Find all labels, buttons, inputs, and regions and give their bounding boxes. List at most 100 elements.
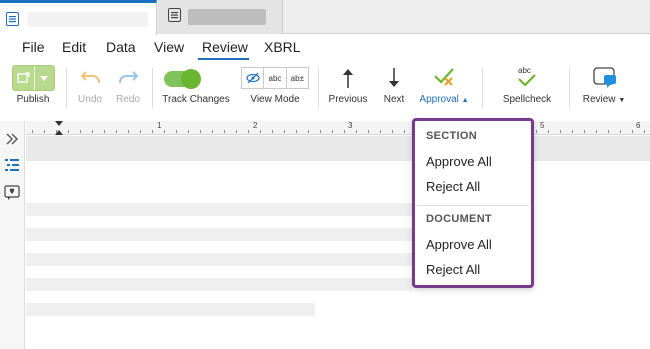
ruler-tick xyxy=(104,130,105,133)
menu-edit[interactable]: Edit xyxy=(62,39,86,55)
section-reject-all[interactable]: Reject All xyxy=(426,179,480,194)
ruler-tick xyxy=(188,130,189,133)
ruler-number: 2 xyxy=(253,121,258,130)
ruler-tick xyxy=(272,130,273,133)
redo-label: Redo xyxy=(116,94,140,105)
ruler-tick xyxy=(140,130,141,133)
divider xyxy=(482,68,483,108)
ruler-tick xyxy=(356,130,357,133)
spellcheck-icon: abc xyxy=(516,66,538,88)
ruler-tick xyxy=(248,130,249,133)
ruler-tick xyxy=(116,130,117,133)
undo-label: Undo xyxy=(78,94,102,105)
publish-icon xyxy=(17,72,30,83)
comments-panel-icon[interactable] xyxy=(4,185,20,201)
ruler-number: 5 xyxy=(540,121,545,130)
publish-split-button[interactable] xyxy=(12,65,55,91)
spellcheck-button[interactable]: abc Spellcheck xyxy=(496,62,558,118)
ruler-tick xyxy=(176,130,177,133)
ruler-tick xyxy=(296,130,297,133)
approve-reject-icon xyxy=(434,68,454,86)
approval-dropdown-menu: SECTION Approve All Reject All DOCUMENT … xyxy=(412,118,534,288)
ruler-tick xyxy=(368,130,369,133)
text-line-placeholder xyxy=(26,278,412,291)
ruler-tick xyxy=(152,130,153,133)
review-label: Review ▼ xyxy=(576,94,632,105)
tab-document-inactive[interactable] xyxy=(158,0,283,34)
ruler-tick xyxy=(32,130,33,133)
previous-change-button[interactable]: Previous xyxy=(326,62,370,118)
menu-xbrl[interactable]: XBRL xyxy=(264,39,301,55)
document-reject-all[interactable]: Reject All xyxy=(426,262,480,277)
text-line-placeholder xyxy=(26,253,412,266)
ruler-tick xyxy=(56,130,57,133)
ruler-tick xyxy=(80,130,81,133)
next-change-button[interactable]: Next xyxy=(376,62,412,118)
track-changes-toggle[interactable]: Track Changes xyxy=(158,62,234,118)
arrow-down-icon xyxy=(389,68,399,87)
redo-icon xyxy=(119,71,139,84)
outline-list-icon[interactable] xyxy=(4,157,20,173)
ruler-tick xyxy=(392,130,393,133)
expand-panel-icon[interactable] xyxy=(4,131,20,147)
approval-button[interactable]: Approval ▲ xyxy=(414,62,474,118)
publish-button[interactable]: Publish xyxy=(8,62,58,118)
ruler-tick xyxy=(212,130,213,133)
tab-title-redacted xyxy=(27,12,148,27)
ruler-tick xyxy=(572,130,573,133)
document-header: DOCUMENT xyxy=(426,213,492,225)
ruler-tick xyxy=(332,130,333,133)
view-mode-label: View Mode xyxy=(250,94,300,105)
ruler-tick xyxy=(236,130,237,133)
ruler-tick xyxy=(380,130,381,133)
ruler-number: 6 xyxy=(636,121,641,130)
arrow-up-icon xyxy=(343,69,353,88)
ruler-tick xyxy=(224,130,225,133)
active-menu-indicator xyxy=(198,58,249,60)
menu-file[interactable]: File xyxy=(22,39,45,55)
menu-view[interactable]: View xyxy=(154,39,184,55)
divider xyxy=(66,68,67,108)
ruler-tick xyxy=(644,130,645,133)
tab-bar xyxy=(0,0,650,35)
redo-button[interactable]: Redo xyxy=(110,62,146,118)
section-header: SECTION xyxy=(426,130,477,142)
next-label: Next xyxy=(383,94,405,105)
text-line-placeholder xyxy=(26,303,315,316)
spellcheck-label: Spellcheck xyxy=(502,94,552,105)
menu-review[interactable]: Review xyxy=(202,39,248,55)
ruler-tick xyxy=(200,130,201,133)
comment-icon xyxy=(593,67,616,88)
ruler-tick xyxy=(620,130,621,133)
ruler-tick xyxy=(584,130,585,133)
menu-data[interactable]: Data xyxy=(106,39,136,55)
left-rail xyxy=(0,121,25,349)
undo-icon xyxy=(80,71,100,84)
view-mode-button: View Mode xyxy=(241,62,309,118)
track-changes-switch[interactable] xyxy=(164,69,201,89)
section-approve-all[interactable]: Approve All xyxy=(426,154,492,169)
review-button[interactable]: Review ▼ xyxy=(576,62,632,118)
previous-label: Previous xyxy=(328,94,368,105)
review-label-text: Review xyxy=(582,94,616,105)
tab-document-active[interactable] xyxy=(0,0,157,35)
text-line-placeholder xyxy=(26,228,412,241)
ribbon-toolbar: Publish Undo Redo Track Changes abc ab± … xyxy=(0,62,650,118)
document-icon xyxy=(6,12,19,26)
ruler-tick xyxy=(596,130,597,133)
ruler-tick xyxy=(536,130,537,133)
caret-up-icon: ▲ xyxy=(461,97,469,104)
document-approve-all[interactable]: Approve All xyxy=(426,237,492,252)
horizontal-ruler: 1 2 3 5 6 xyxy=(26,121,650,135)
ruler-tick xyxy=(260,130,261,133)
divider xyxy=(569,68,570,108)
ruler-tick xyxy=(344,130,345,133)
ruler-number: 1 xyxy=(157,121,162,130)
undo-button[interactable]: Undo xyxy=(72,62,108,118)
chevron-down-icon: ▼ xyxy=(618,97,626,104)
ruler-tick xyxy=(128,130,129,133)
text-line-placeholder xyxy=(26,203,412,216)
ruler-tick xyxy=(164,130,165,133)
ruler-tick xyxy=(608,130,609,133)
ruler-tick xyxy=(44,130,45,133)
